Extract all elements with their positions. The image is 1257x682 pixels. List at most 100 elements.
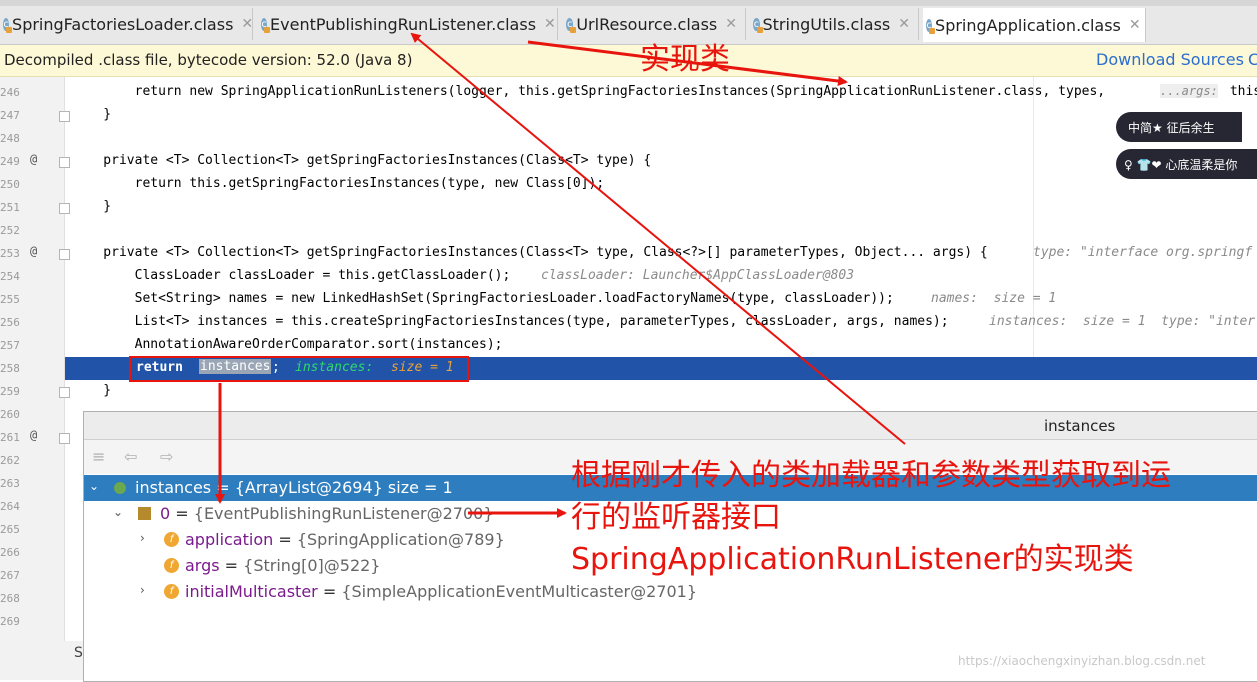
annotation-desc-line1: 根据刚才传入的类加载器和参数类型获取到运 [571,458,1171,493]
expand-arrow-icon[interactable]: › [140,531,145,545]
widget-text: 中简★ 征后余生 [1128,120,1215,135]
fold-marker-icon[interactable] [59,433,70,444]
class-file-icon: c [261,17,271,33]
floating-widget-bottom[interactable]: ♀ 👕❤ 心底温柔是你 [1116,149,1257,179]
tab-springfactoriesloader[interactable]: c SpringFactoriesLoader.class ✕ [0,8,253,40]
list-element-icon [138,507,151,520]
code-text: AnnotationAwareOrderComparator.sort(inst… [72,337,503,352]
code-text: this, [1229,84,1257,99]
close-icon[interactable]: ✕ [725,16,737,32]
line-number: 258 [0,362,20,375]
var-eq: = [273,530,297,549]
close-icon[interactable]: ✕ [544,16,556,32]
popup-header: instances [84,412,1257,440]
line-number: 267 [0,569,20,582]
annotation-impl-class: 实现类 [640,42,730,77]
collapse-arrow-icon[interactable]: ⌄ [113,505,123,519]
download-sources-link[interactable]: Download Sources [1096,50,1244,69]
code-line-257: AnnotationAwareOrderComparator.sort(inst… [0,334,1257,357]
var-value: {SpringApplication@789} [296,530,505,549]
back-icon[interactable]: ⇦ [124,447,137,466]
code-text: private <T> Collection<T> getSpringFacto… [72,245,988,260]
line-number: 268 [0,592,20,605]
line-number: 264 [0,500,20,513]
decompiled-banner: Decompiled .class file, bytecode version… [0,45,1257,77]
object-icon [114,482,126,494]
tab-label: SpringFactoriesLoader.class [12,14,234,34]
param-hint: ...args: [1160,84,1218,98]
close-icon[interactable]: ✕ [1129,17,1141,33]
line-number: 262 [0,454,20,467]
line-number: 263 [0,477,20,490]
field-icon: f [164,532,179,547]
code-line-253: private <T> Collection<T> getSpringFacto… [0,242,1257,265]
collapse-arrow-icon[interactable]: ⌄ [89,479,99,493]
code-text: Set<String> names = new LinkedHashSet(Sp… [72,291,894,306]
var-name: initialMulticaster [185,582,318,601]
line-number: 260 [0,408,20,421]
inline-debug-value: classLoader: Launcher$AppClassLoader@803 [541,268,855,283]
selected-variable[interactable]: instances [199,359,272,374]
banner-message: Decompiled .class file, bytecode version… [4,51,413,69]
forward-icon[interactable]: ⇨ [160,447,173,466]
code-line-250: return this.getSpringFactoriesInstances(… [0,173,1257,196]
var-value: {ArrayList@2694} size = 1 [234,478,453,497]
var-eq: = [170,504,194,523]
line-number: 266 [0,546,20,559]
field-icon: f [164,558,179,573]
inline-debug-name: instances: [295,360,374,375]
close-icon[interactable]: ✕ [898,16,910,32]
line-number: 261 [0,431,20,444]
code-line-251: } [0,196,1257,219]
code-line-256: List<T> instances = this.createSpringFac… [0,311,1257,334]
var-eq: = [219,556,244,575]
var-name: application [185,530,274,549]
var-name: instances [135,478,212,497]
tab-label: SpringApplication.class [935,15,1121,35]
tab-label: EventPublishingRunListener.class [270,14,537,34]
inline-debug-value: type: "interface org.springf [1033,245,1253,260]
var-name: 0 [160,504,171,523]
tab-urlresource[interactable]: c UrlResource.class ✕ [563,8,746,40]
line-number: 265 [0,523,20,536]
code-line-254: ClassLoader classLoader = this.getClassL… [0,265,1257,288]
tab-label: UrlResource.class [576,14,718,34]
code-text: } [72,107,112,122]
code-text: ClassLoader classLoader = this.getClassL… [72,268,511,283]
code-line-246: return new SpringApplicationRunListeners… [0,81,1257,104]
tab-eventpublishingrunlistener[interactable]: c EventPublishingRunListener.class ✕ [258,8,558,40]
code-line-259: } [0,380,1257,403]
class-file-icon: c [926,18,936,34]
code-line-249: private <T> Collection<T> getSpringFacto… [0,150,1257,173]
floating-widget-top[interactable]: 中简★ 征后余生 [1116,112,1242,142]
code-text: return this.getSpringFactoriesInstances(… [72,176,605,191]
expand-arrow-icon[interactable]: › [140,583,145,597]
banner-cut-link[interactable]: C [1248,50,1257,69]
evaluate-icon[interactable]: ≡ [92,447,105,466]
inline-debug-value: names: size = 1 [931,291,1057,306]
code-text: ; [272,360,280,375]
line-number: 248 [0,132,20,145]
inline-debug-value: instances: size = 1 type: "inter [989,314,1256,329]
var-eq: = [317,582,342,601]
override-marker-icon[interactable]: @ [30,428,37,442]
line-number: 269 [0,615,20,628]
watermark-text: https://xiaochengxinyizhan.blog.csdn.net [958,654,1206,668]
var-value: {SimpleApplicationEventMulticaster@2701} [341,582,698,601]
popup-title: instances [1044,417,1116,435]
tab-springapplication[interactable]: c SpringApplication.class ✕ [923,8,1146,42]
tree-row-initialmulticaster[interactable]: › f initialMulticaster = {SimpleApplicat… [84,579,1257,605]
annotation-desc-line3: SpringApplicationRunListener的实现类 [571,542,1134,577]
close-icon[interactable]: ✕ [241,16,253,32]
top-strip [0,0,1257,6]
code-line-247: } [0,104,1257,127]
status-text: S [74,645,83,661]
var-eq: = [211,478,235,497]
editor-tab-bar: c SpringFactoriesLoader.class ✕ c EventP… [0,0,1257,45]
current-execution-line[interactable]: return instances ; instances: size = 1 [65,357,1257,380]
tab-stringutils[interactable]: c StringUtils.class ✕ [750,8,919,40]
var-value: {EventPublishingRunListener@2700} [193,504,494,523]
field-icon: f [164,584,179,599]
status-panel: S [0,641,83,680]
class-file-icon: c [566,17,577,33]
